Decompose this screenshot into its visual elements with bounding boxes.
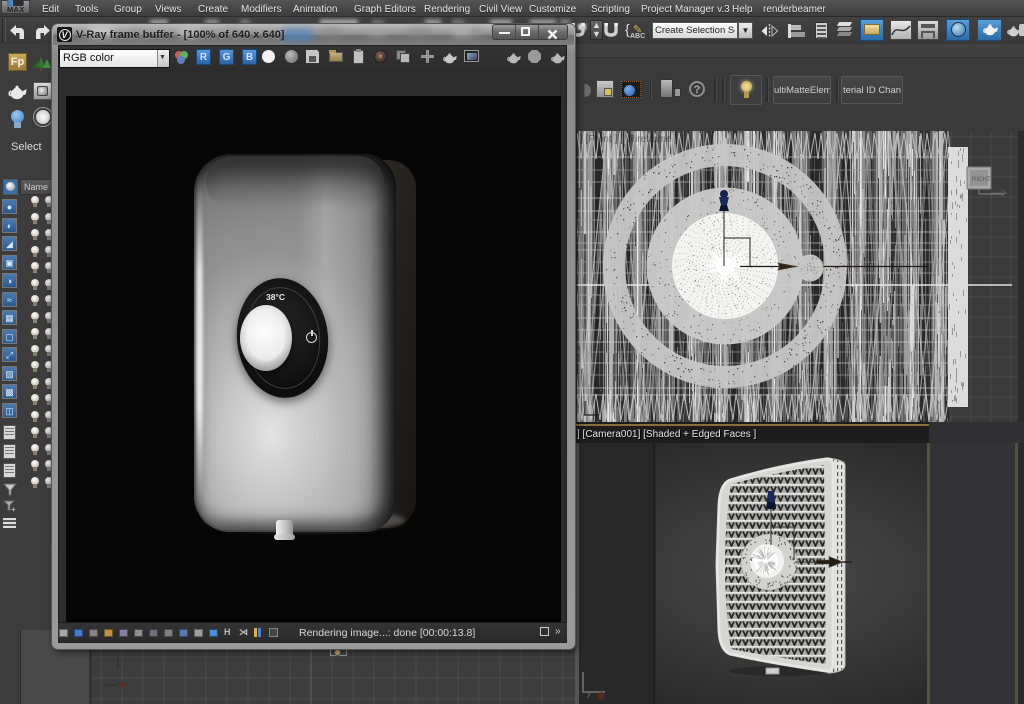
svg-text:y: y [587, 689, 591, 698]
svg-text:] [Front ] [ Wireframe ]: ] [Front ] [ Wireframe ] [580, 134, 677, 145]
svg-text:RIGHT: RIGHT [972, 177, 991, 183]
svg-text:+: + [11, 505, 16, 514]
